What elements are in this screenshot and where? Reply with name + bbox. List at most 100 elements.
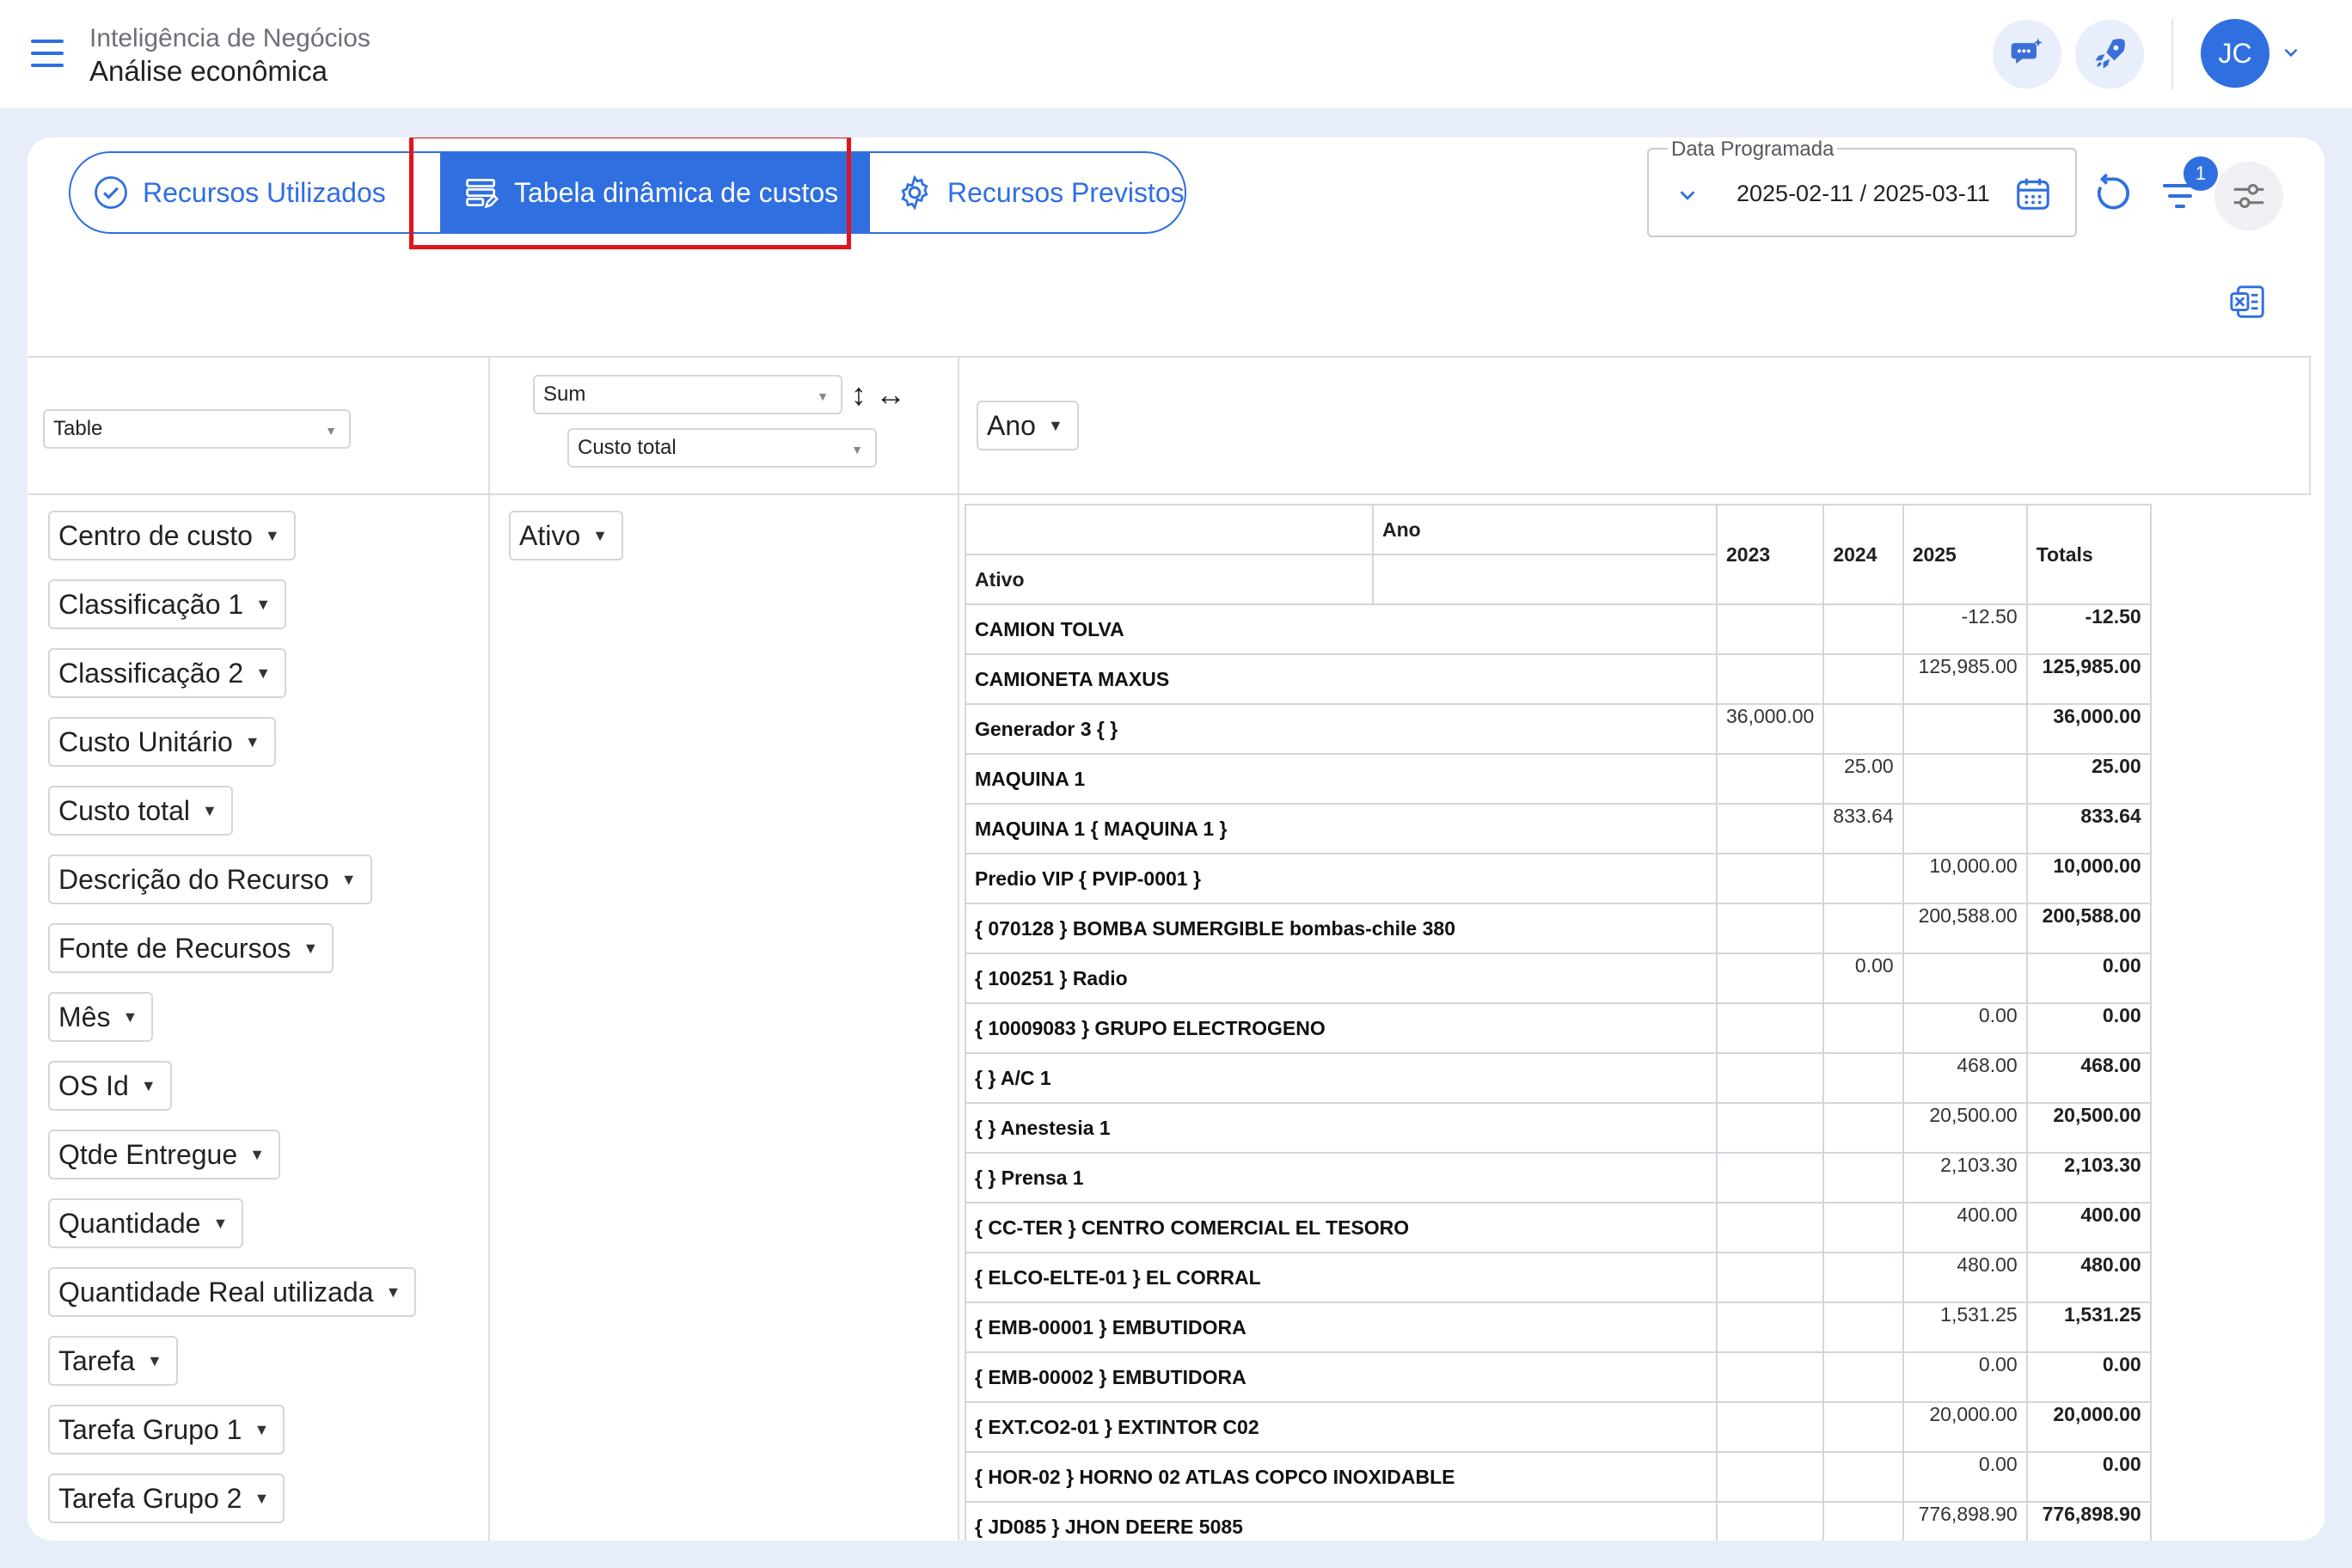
divider — [2171, 19, 2173, 89]
renderer-select[interactable]: Table ▼ — [43, 409, 351, 449]
caret-down-icon: ▼ — [255, 664, 272, 682]
table-row: { } Prensa 1 2,103.30 2,103.30 — [965, 1152, 2152, 1204]
chevron-down-icon[interactable] — [1675, 182, 1700, 208]
chip-label: Tarefa Grupo 1 — [58, 1413, 242, 1445]
field-chip[interactable]: Classificação 2 ▼ — [48, 648, 287, 698]
main-card: Recursos Utilizados Tabela dinâmica de c… — [28, 138, 2324, 1540]
tab-recursos-utilizados[interactable]: Recursos Utilizados — [93, 153, 386, 232]
cell-2025 — [1902, 803, 2028, 854]
pivot-table-ui: Table ▼ Sum ▼ ↕ ↔ Custo total ▼ Ano ▼ Centro… — [28, 356, 2311, 1540]
caret-down-icon: ▼ — [851, 443, 863, 456]
row-label: { } Anestesia 1 — [965, 1102, 1718, 1154]
menu-icon[interactable] — [31, 40, 64, 67]
field-chip[interactable]: Tarefa ▼ — [48, 1336, 178, 1386]
row-label: CAMION TOLVA — [965, 603, 1718, 655]
header-spacer — [1372, 554, 1718, 605]
cell-total: 36,000.00 — [2025, 703, 2152, 755]
sliders-icon — [2233, 184, 2264, 208]
cell-total: 1,531.25 — [2025, 1302, 2152, 1353]
field-chip[interactable]: Mês ▼ — [48, 992, 154, 1042]
field-chip[interactable]: Fonte de Recursos ▼ — [48, 923, 334, 973]
aggregator-value: Sum — [543, 383, 586, 406]
avatar[interactable]: JC — [2201, 19, 2269, 88]
row-label: { ELCO-ELTE-01 } EL CORRAL — [965, 1252, 1718, 1303]
cell-2024 — [1822, 1002, 1904, 1054]
table-row: { CC-TER } CENTRO COMERCIAL EL TESORO 400… — [965, 1202, 2152, 1253]
rocket-button[interactable] — [2075, 20, 2144, 89]
sort-order-arrows[interactable]: ↕ ↔ — [851, 377, 906, 413]
year-header: 2023 — [1715, 504, 1825, 605]
field-chip[interactable]: Descrição do Recurso ▼ — [48, 854, 372, 904]
field-chip[interactable]: Custo Unitário ▼ — [48, 717, 276, 767]
field-chip[interactable]: Tarefa Grupo 1 ▼ — [48, 1405, 285, 1455]
row-label: { EXT.CO2-01 } EXTINTOR C02 — [965, 1401, 1718, 1453]
caret-down-icon: ▼ — [340, 870, 357, 888]
row-label: { HOR-02 } HORNO 02 ATLAS COPCO INOXIDAB… — [965, 1451, 1718, 1503]
table-row: { EXT.CO2-01 } EXTINTOR C02 20,000.00 20,0… — [965, 1401, 2152, 1453]
aggregator-select[interactable]: Sum ▼ — [533, 375, 842, 414]
totals-header: Totals — [2025, 504, 2152, 605]
excel-export-icon[interactable] — [2228, 282, 2268, 322]
cell-total: 10,000.00 — [2025, 853, 2152, 904]
cell-2025: 125,985.00 — [1902, 653, 2028, 705]
table-row: { EMB-00002 } EMBUTIDORA 0.00 0.00 — [965, 1351, 2152, 1403]
cell-2025: -12.50 — [1902, 603, 2028, 655]
chip-label: Custo Unitário — [58, 726, 233, 757]
caret-down-icon: ▼ — [385, 1283, 401, 1301]
row-field-chip-ativo[interactable]: Ativo ▼ — [509, 511, 623, 560]
cell-2024 — [1822, 1501, 1904, 1540]
row-fields-area: Ativo ▼ — [488, 493, 959, 1540]
cell-total: 400.00 — [2025, 1202, 2152, 1253]
caret-down-icon: ▼ — [817, 389, 829, 403]
page-title: Análise econômica — [89, 55, 328, 87]
table-row: Predio VIP { PVIP-0001 } 10,000.00 10,000.… — [965, 853, 2152, 904]
settings-sliders-button[interactable] — [2214, 162, 2283, 230]
field-chip[interactable]: Quantidade ▼ — [48, 1198, 244, 1248]
cell-total: 0.00 — [2025, 1451, 2152, 1503]
cell-total: 468.00 — [2025, 1052, 2152, 1104]
value-field-value: Custo total — [578, 436, 677, 459]
cell-total: 2,103.30 — [2025, 1152, 2152, 1204]
chip-label: Classificação 2 — [58, 657, 244, 689]
cell-2025: 1,531.25 — [1902, 1302, 2028, 1353]
value-field-select[interactable]: Custo total ▼ — [567, 428, 877, 468]
field-chip[interactable]: Classificação 1 ▼ — [48, 579, 287, 629]
table-row: { 10009083 } GRUPO ELECTROGENO 0.00 0.00 — [965, 1002, 2152, 1054]
date-range-field[interactable]: Data Programada 2025-02-11 / 2025-03-11 — [1647, 138, 2077, 237]
cell-2023 — [1715, 952, 1825, 1004]
chip-label: Fonte de Recursos — [58, 932, 291, 964]
cell-2023 — [1715, 1501, 1825, 1540]
tab-label: Recursos Utilizados — [143, 176, 386, 208]
chevron-down-icon[interactable] — [2280, 41, 2302, 64]
refresh-icon[interactable] — [2091, 172, 2134, 215]
chat-sparkle-button[interactable] — [1993, 20, 2061, 89]
cell-2024 — [1822, 903, 1904, 954]
field-chip[interactable]: Custo total ▼ — [48, 786, 233, 836]
cell-2025 — [1902, 703, 2028, 755]
field-chip[interactable]: OS Id ▼ — [48, 1061, 172, 1111]
row-axis-label: Ativo — [965, 554, 1374, 605]
field-chip[interactable]: Centro de custo ▼ — [48, 511, 296, 560]
tab-label: Recursos Previstos — [947, 176, 1185, 208]
col-field-chip-ano[interactable]: Ano ▼ — [977, 401, 1079, 450]
field-chip[interactable]: Qtde Entregue ▼ — [48, 1130, 280, 1179]
date-range-value[interactable]: 2025-02-11 / 2025-03-11 — [1736, 181, 1990, 207]
cell-2024: 0.00 — [1822, 952, 1904, 1004]
chat-sparkle-icon — [2011, 38, 2043, 64]
calendar-icon[interactable] — [2013, 174, 2053, 213]
cell-total: 200,588.00 — [2025, 903, 2152, 954]
cell-2023 — [1715, 903, 1825, 954]
caret-down-icon: ▼ — [592, 526, 608, 544]
cell-total: 20,500.00 — [2025, 1102, 2152, 1154]
cell-2024 — [1822, 1302, 1904, 1353]
cell-2023 — [1715, 1252, 1825, 1303]
row-label: { EMB-00002 } EMBUTIDORA — [965, 1351, 1718, 1403]
field-chip[interactable]: Quantidade Real utilizada ▼ — [48, 1267, 417, 1317]
cell-2025: 0.00 — [1902, 1351, 2028, 1403]
table-row: { } A/C 1 468.00 468.00 — [965, 1052, 2152, 1104]
cell-2024 — [1822, 1401, 1904, 1453]
field-chip[interactable]: Tarefa Grupo 2 ▼ — [48, 1473, 285, 1523]
row-label: Predio VIP { PVIP-0001 } — [965, 853, 1718, 904]
tab-recursos-previstos[interactable]: Recursos Previstos — [896, 153, 1185, 232]
caret-down-icon: ▼ — [249, 1145, 265, 1163]
